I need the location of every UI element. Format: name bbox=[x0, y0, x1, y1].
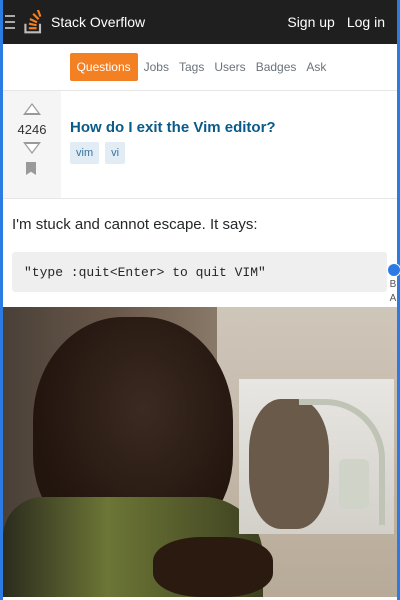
power-plug-icon bbox=[339, 459, 369, 509]
secondary-nav: Questions Jobs Tags Users Badges Ask bbox=[3, 44, 397, 91]
menu-icon[interactable] bbox=[5, 15, 15, 29]
downvote-icon[interactable] bbox=[23, 142, 41, 154]
vote-column: 4246 bbox=[3, 91, 61, 198]
badge-check-icon bbox=[387, 263, 400, 277]
question-body: I'm stuck and cannot escape. It says: bbox=[12, 216, 258, 233]
badge-letter: B bbox=[389, 279, 397, 290]
login-link[interactable]: Log in bbox=[347, 14, 385, 30]
code-block: "type :quit<Enter> to quit VIM" bbox=[12, 252, 387, 292]
tag-list: vim vi bbox=[70, 142, 126, 164]
tag-vi[interactable]: vi bbox=[105, 142, 126, 164]
nav-users[interactable]: Users bbox=[210, 54, 249, 80]
meme-photo bbox=[3, 307, 397, 597]
stack-overflow-logo-icon[interactable] bbox=[23, 10, 45, 34]
upvote-icon[interactable] bbox=[23, 103, 41, 115]
person-hand bbox=[153, 537, 273, 597]
inset-plug-photo bbox=[239, 379, 394, 534]
nav-tags[interactable]: Tags bbox=[175, 54, 208, 80]
nav-questions[interactable]: Questions bbox=[69, 53, 138, 81]
nav-ask[interactable]: Ask bbox=[302, 54, 330, 80]
tag-vim[interactable]: vim bbox=[70, 142, 100, 164]
question-title[interactable]: How do I exit the Vim editor? bbox=[70, 119, 276, 136]
nav-jobs[interactable]: Jobs bbox=[140, 54, 173, 80]
badge-letter: A bbox=[389, 293, 397, 304]
top-bar: Stack Overflow Sign up Log in bbox=[3, 0, 397, 44]
signup-link[interactable]: Sign up bbox=[287, 14, 334, 30]
vote-score: 4246 bbox=[17, 122, 47, 137]
question-header: 4246 How do I exit the Vim editor? vim v… bbox=[3, 91, 397, 199]
brand-name[interactable]: Stack Overflow bbox=[51, 14, 145, 30]
bookmark-icon[interactable] bbox=[26, 162, 36, 175]
nav-badges[interactable]: Badges bbox=[252, 54, 301, 80]
